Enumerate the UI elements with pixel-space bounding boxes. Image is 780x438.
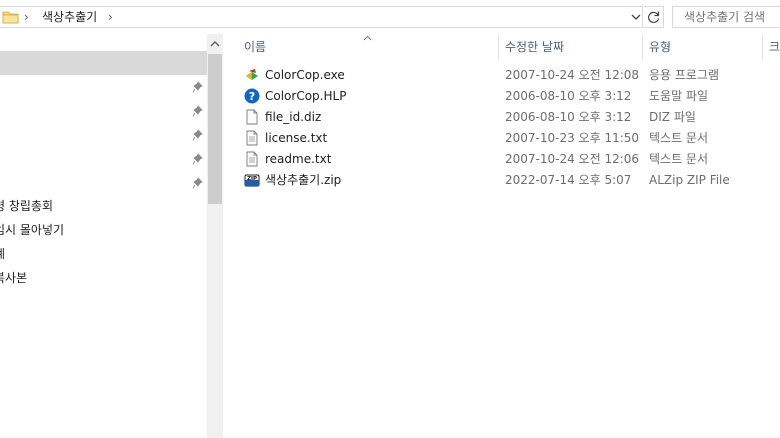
nav-item-label: 령 창립총회: [0, 199, 54, 213]
file-name: 색상추출기.zip: [265, 173, 342, 187]
scroll-up-arrow-icon[interactable]: [207, 36, 223, 52]
pin-icon[interactable]: [192, 105, 203, 117]
breadcrumb-current-folder[interactable]: 색상추출기: [42, 10, 97, 25]
svg-text:?: ?: [249, 90, 255, 103]
pin-icon[interactable]: [192, 177, 203, 189]
address-row: › 색상추출기 ›: [0, 0, 780, 34]
blank-file-icon: [246, 109, 258, 125]
nav-item-label: 계: [0, 242, 5, 266]
nav-item-quick-access[interactable]: [0, 123, 207, 147]
nav-item-selected[interactable]: [0, 51, 207, 75]
file-row-colorcop-hlp[interactable]: ? ColorCop.HLP 2006-08-10 오후 3:12 도움말 파일: [241, 86, 780, 107]
pin-icon[interactable]: [192, 81, 203, 93]
file-name: file_id.diz: [265, 110, 322, 124]
nav-item-quick-access[interactable]: [0, 147, 207, 171]
file-type: 텍스트 문서: [649, 152, 709, 166]
nav-item-label: 복사본: [0, 271, 28, 285]
search-box[interactable]: [672, 6, 780, 28]
column-header-name[interactable]: 이름: [244, 34, 266, 60]
nav-scrollbar[interactable]: [207, 34, 223, 438]
file-modified-date: 2007-10-24 오전 12:06: [505, 152, 640, 166]
text-file-icon: [246, 151, 258, 167]
file-type: 텍스트 문서: [649, 131, 709, 145]
column-header-modified[interactable]: 수정한 날짜: [505, 34, 564, 60]
column-divider[interactable]: [762, 34, 763, 60]
zip-file-icon: ZIP: [244, 174, 260, 187]
file-row-colorcop-exe[interactable]: ColorCop.exe 2007-10-24 오전 12:08 응용 프로그램: [241, 65, 780, 86]
pin-icon[interactable]: [192, 129, 203, 141]
help-file-icon: ?: [244, 88, 260, 104]
file-type: ALZip ZIP File: [649, 173, 730, 187]
column-divider[interactable]: [642, 34, 643, 60]
file-list: 이름 수정한 날짜 유형 크 ColorCop.exe 2007-10-24 오…: [224, 34, 780, 438]
file-row-zip[interactable]: ZIP 색상추출기.zip 2022-07-14 오후 5:07 ALZip Z…: [241, 170, 780, 191]
file-modified-date: 2022-07-14 오후 5:07: [505, 173, 632, 187]
column-divider[interactable]: [498, 34, 499, 60]
file-row-file-id-diz[interactable]: file_id.diz 2006-08-10 오후 3:12 DIZ 파일: [241, 107, 780, 128]
file-type: DIZ 파일: [649, 110, 696, 124]
nav-item-folder[interactable]: 계: [0, 242, 207, 266]
file-modified-date: 2006-08-10 오후 3:12: [505, 89, 632, 103]
scrollbar-thumb[interactable]: [208, 54, 222, 204]
pin-icon[interactable]: [192, 153, 203, 165]
column-header-size[interactable]: 크: [769, 34, 780, 60]
nav-item-folder[interactable]: 임시 몰아넣기: [0, 218, 207, 242]
file-row-license-txt[interactable]: license.txt 2007-10-23 오후 11:50 텍스트 문서: [241, 128, 780, 149]
search-input[interactable]: [684, 10, 780, 24]
nav-item-folder[interactable]: 령 창립총회: [0, 194, 207, 218]
refresh-button[interactable]: [644, 6, 664, 28]
refresh-icon: [648, 11, 660, 23]
address-bar[interactable]: › 색상추출기 ›: [0, 6, 643, 28]
sort-ascending-icon: [363, 35, 372, 41]
column-header-type[interactable]: 유형: [649, 34, 671, 60]
nav-item-quick-access[interactable]: [0, 99, 207, 123]
navigation-pane: 령 창립총회 임시 몰아넣기 계 복사본: [0, 34, 207, 438]
nav-item-label: 임시 몰아넣기: [0, 223, 65, 237]
file-name: ColorCop.HLP: [265, 89, 347, 103]
nav-item-folder[interactable]: 복사본: [0, 266, 207, 290]
breadcrumb-chevron-icon[interactable]: ›: [24, 9, 29, 25]
file-type: 도움말 파일: [649, 89, 709, 103]
svg-text:ZIP: ZIP: [247, 176, 257, 182]
file-name: ColorCop.exe: [265, 68, 345, 82]
file-modified-date: 2007-10-24 오전 12:08: [505, 68, 640, 82]
file-row-readme-txt[interactable]: readme.txt 2007-10-24 오전 12:06 텍스트 문서: [241, 149, 780, 170]
colorcop-exe-icon: [246, 69, 258, 80]
file-modified-date: 2006-08-10 오후 3:12: [505, 110, 632, 124]
file-modified-date: 2007-10-23 오후 11:50: [505, 131, 640, 145]
file-name: readme.txt: [265, 152, 332, 166]
file-name: license.txt: [265, 131, 328, 145]
folder-icon: [2, 11, 19, 24]
nav-item-quick-access[interactable]: [0, 171, 207, 195]
file-type: 응용 프로그램: [649, 68, 720, 82]
text-file-icon: [246, 130, 258, 146]
chevron-down-icon[interactable]: [629, 9, 643, 25]
breadcrumb-chevron-icon[interactable]: ›: [108, 9, 113, 25]
nav-item-quick-access[interactable]: [0, 75, 207, 99]
